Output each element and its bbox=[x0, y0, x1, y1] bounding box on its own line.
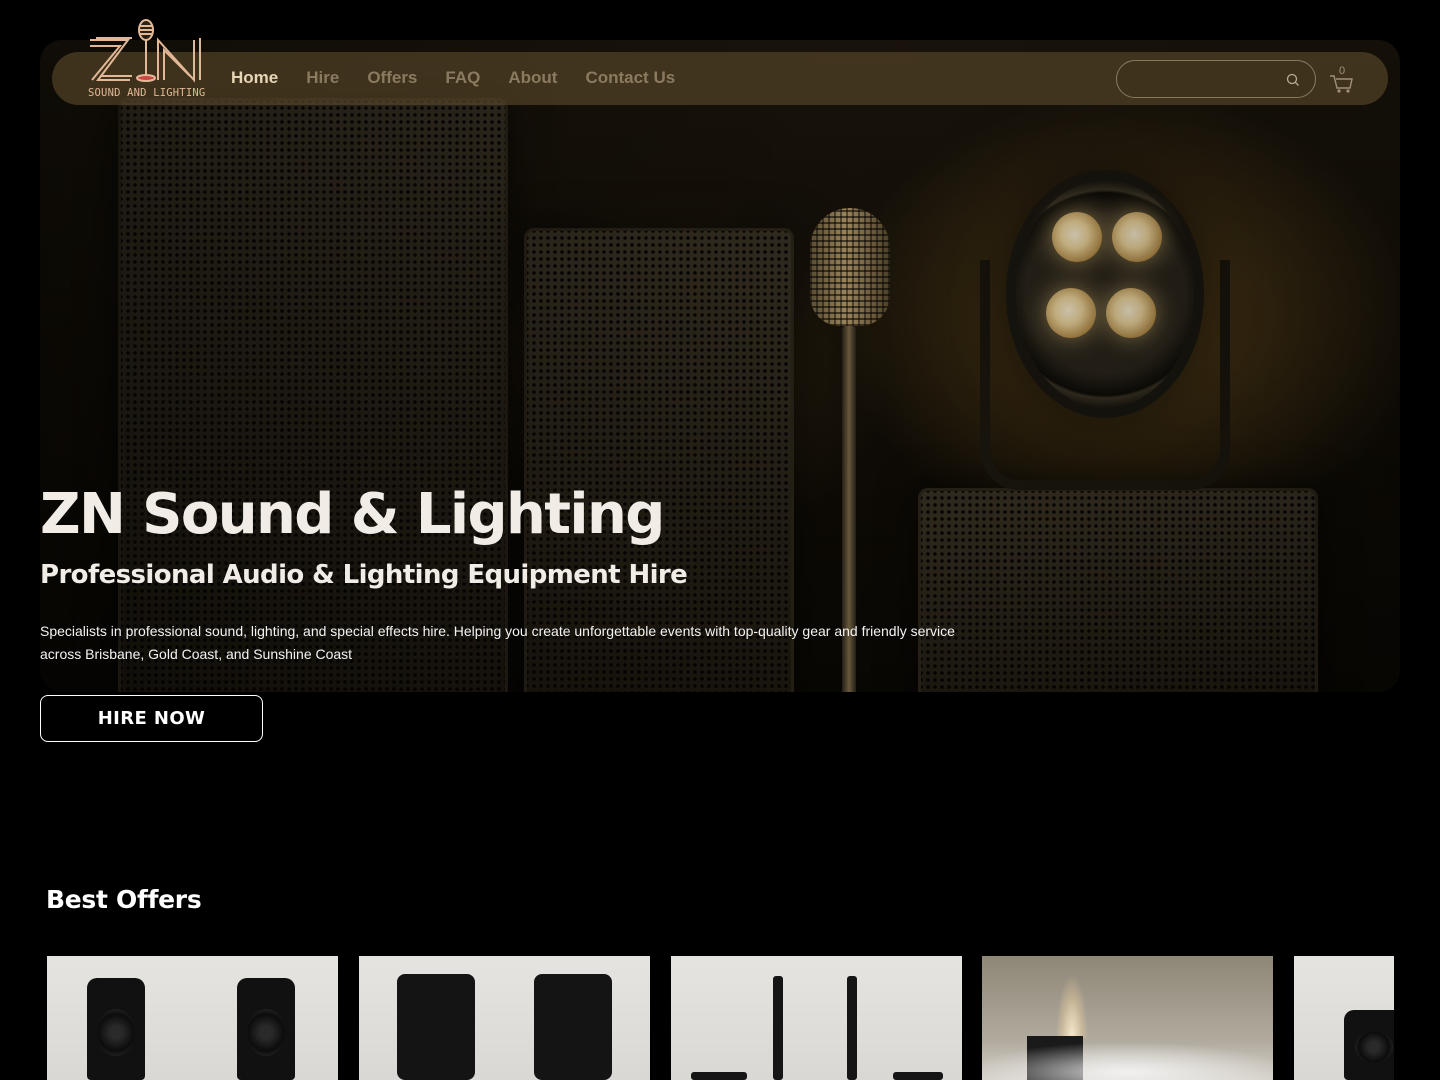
co2-gun-image bbox=[773, 976, 783, 1080]
subwoofer-image bbox=[534, 974, 612, 1080]
offer-card-co2-guns[interactable] bbox=[671, 956, 962, 1080]
fog-effect-image bbox=[982, 1040, 1273, 1080]
pa-speaker-image bbox=[1344, 1010, 1394, 1080]
nav-faq[interactable]: FAQ bbox=[445, 66, 480, 90]
search-input[interactable] bbox=[1131, 67, 1281, 91]
search-icon[interactable] bbox=[1285, 72, 1301, 88]
pa-speaker-image bbox=[87, 978, 145, 1080]
hero-description: Specialists in professional sound, light… bbox=[40, 623, 955, 662]
nav-home[interactable]: Home bbox=[231, 66, 278, 90]
subwoofer-image bbox=[397, 974, 475, 1080]
hero-overlay bbox=[40, 40, 1400, 692]
offer-card-partial[interactable] bbox=[1294, 956, 1394, 1080]
hire-now-button[interactable]: HIRE NOW bbox=[40, 695, 263, 742]
offer-card-subwoofers[interactable] bbox=[359, 956, 650, 1080]
best-offers-heading: Best Offers bbox=[46, 885, 202, 914]
logo-tagline: SOUND AND LIGHTING bbox=[88, 87, 206, 99]
co2-case-image bbox=[691, 1072, 747, 1080]
co2-gun-image bbox=[847, 976, 857, 1080]
offer-card-pa-speakers[interactable] bbox=[47, 956, 338, 1080]
cart-count-badge: 0 bbox=[1339, 65, 1346, 77]
nav-offers[interactable]: Offers bbox=[367, 66, 417, 90]
search-box bbox=[1116, 60, 1316, 98]
pa-speaker-image bbox=[237, 978, 295, 1080]
site-logo[interactable]: SOUND AND LIGHTING bbox=[86, 18, 206, 102]
nav-about[interactable]: About bbox=[508, 66, 557, 90]
hero-subtitle: Professional Audio & Lighting Equipment … bbox=[40, 560, 688, 590]
logo-mark-icon bbox=[90, 19, 201, 83]
hero-title: ZN Sound & Lighting bbox=[40, 482, 665, 547]
main-nav: Home Hire Offers FAQ About Contact Us bbox=[231, 66, 703, 90]
hero-banner bbox=[40, 40, 1400, 692]
nav-contact-us[interactable]: Contact Us bbox=[585, 66, 675, 90]
cold-spark-fountain-image bbox=[1049, 956, 1095, 1038]
co2-case-image bbox=[893, 1072, 943, 1080]
nav-hire[interactable]: Hire bbox=[306, 66, 339, 90]
